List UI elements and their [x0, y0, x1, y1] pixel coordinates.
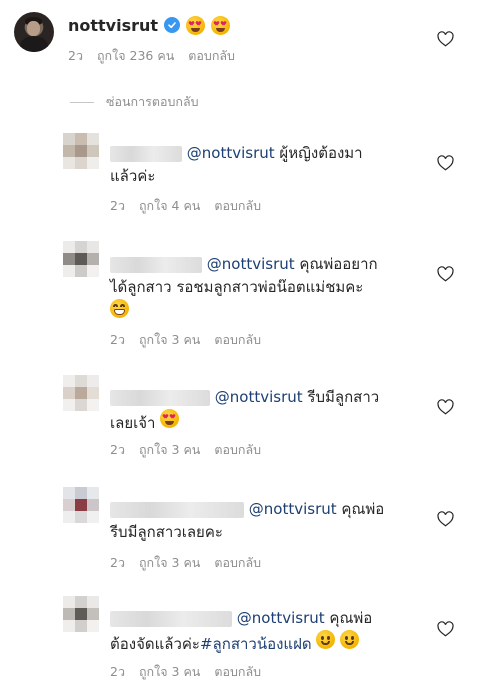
like-heart-icon[interactable] — [437, 266, 454, 282]
avatar[interactable] — [63, 375, 99, 411]
smiling-emoji — [316, 630, 336, 649]
reply-button[interactable]: ตอบกลับ — [214, 330, 261, 350]
avatar[interactable] — [63, 596, 99, 632]
heart-eyes-emoji — [186, 15, 206, 35]
reply-button[interactable]: ตอบกลับ — [214, 440, 261, 460]
avatar[interactable] — [14, 12, 54, 52]
comment-text: คุณพ่อ — [336, 500, 385, 518]
reply-comment-text: @nottvisrut ผู้หญิงต้องมา แล้วค่ะ — [110, 142, 410, 188]
reply-button[interactable]: ตอบกลับ — [214, 662, 261, 682]
mention-link[interactable]: @nottvisrut — [207, 255, 295, 273]
hashtag-link[interactable]: #ลูกสาวน้องแฝด — [200, 635, 312, 653]
top-comment-header: nottvisrut — [68, 13, 231, 37]
reply-comment-text: @nottvisrut คุณพ่ออยาก ได้ลูกสาว รอชมลูก… — [110, 253, 420, 325]
mention-link[interactable]: @nottvisrut — [249, 500, 337, 518]
heart-eyes-emoji — [160, 409, 180, 428]
like-heart-icon[interactable] — [437, 621, 454, 637]
comment-meta: 2ว ถูกใจ 236 คน ตอบกลับ — [68, 46, 235, 66]
like-count[interactable]: ถูกใจ 3 คน — [139, 330, 200, 350]
grinning-emoji — [110, 299, 129, 318]
timestamp: 2ว — [110, 442, 125, 457]
comment-text: เลยเจ้า — [110, 414, 156, 432]
blurred-username[interactable] — [110, 145, 182, 162]
divider — [70, 101, 94, 103]
timestamp: 2ว — [110, 198, 125, 213]
comment-text: ได้ลูกสาว รอชมลูกสาวพ่อน๊อตแม่ชมคะ — [110, 278, 364, 296]
like-heart-icon[interactable] — [437, 31, 454, 47]
comment-meta: 2ว ถูกใจ 3 คน ตอบกลับ — [110, 330, 261, 350]
like-heart-icon[interactable] — [437, 511, 454, 527]
reply-button[interactable]: ตอบกลับ — [188, 46, 235, 66]
comment-text: แล้วค่ะ — [110, 167, 156, 185]
like-count[interactable]: ถูกใจ 3 คน — [139, 440, 200, 460]
avatar[interactable] — [63, 241, 99, 277]
heart-eyes-emoji — [211, 15, 231, 35]
comment-text: คุณพ่อ — [324, 609, 373, 627]
hide-replies-label: ซ่อนการตอบกลับ — [106, 94, 199, 109]
mention-link[interactable]: @nottvisrut — [215, 388, 303, 406]
like-heart-icon[interactable] — [437, 399, 454, 415]
like-count[interactable]: ถูกใจ 4 คน — [139, 196, 200, 216]
avatar[interactable] — [63, 133, 99, 169]
like-count[interactable]: ถูกใจ 3 คน — [139, 553, 200, 573]
smiling-emoji — [340, 630, 360, 649]
timestamp: 2ว — [110, 555, 125, 570]
blurred-username[interactable] — [110, 389, 210, 406]
comment-text: คุณพ่ออยาก — [294, 255, 378, 273]
like-heart-icon[interactable] — [437, 155, 454, 171]
comment-text: รีบมีลูกสาวเลยคะ — [110, 523, 223, 541]
blurred-username[interactable] — [110, 610, 232, 627]
reply-comment-text: @nottvisrut คุณพ่อ รีบมีลูกสาวเลยคะ — [110, 498, 420, 544]
timestamp: 2ว — [110, 664, 125, 679]
verified-badge-icon — [164, 17, 181, 33]
like-count[interactable]: ถูกใจ 236 คน — [97, 46, 174, 66]
reply-comment-text: @nottvisrut คุณพ่อ ต้องจัดแล้วค่ะ#ลูกสาว… — [110, 607, 420, 656]
mention-link[interactable]: @nottvisrut — [187, 144, 275, 162]
reply-button[interactable]: ตอบกลับ — [214, 553, 261, 573]
reply-comment-text: @nottvisrut รีบมีลูกสาว เลยเจ้า — [110, 386, 420, 435]
like-count[interactable]: ถูกใจ 3 คน — [139, 662, 200, 682]
reply-button[interactable]: ตอบกลับ — [214, 196, 261, 216]
comment-meta: 2ว ถูกใจ 3 คน ตอบกลับ — [110, 440, 261, 460]
username[interactable]: nottvisrut — [68, 16, 158, 35]
blurred-username[interactable] — [110, 501, 244, 518]
hide-replies-toggle[interactable]: ซ่อนการตอบกลับ — [70, 92, 199, 112]
comment-meta: 2ว ถูกใจ 3 คน ตอบกลับ — [110, 553, 261, 573]
timestamp: 2ว — [110, 332, 125, 347]
comment-text: ต้องจัดแล้วค่ะ — [110, 635, 200, 653]
mention-link[interactable]: @nottvisrut — [237, 609, 325, 627]
comment-meta: 2ว ถูกใจ 4 คน ตอบกลับ — [110, 196, 261, 216]
comment-text: รีบมีลูกสาว — [302, 388, 380, 406]
comment-meta: 2ว ถูกใจ 3 คน ตอบกลับ — [110, 662, 261, 682]
comment-text: ผู้หญิงต้องมา — [274, 144, 363, 162]
blurred-username[interactable] — [110, 256, 202, 273]
timestamp: 2ว — [68, 48, 83, 63]
avatar[interactable] — [63, 487, 99, 523]
